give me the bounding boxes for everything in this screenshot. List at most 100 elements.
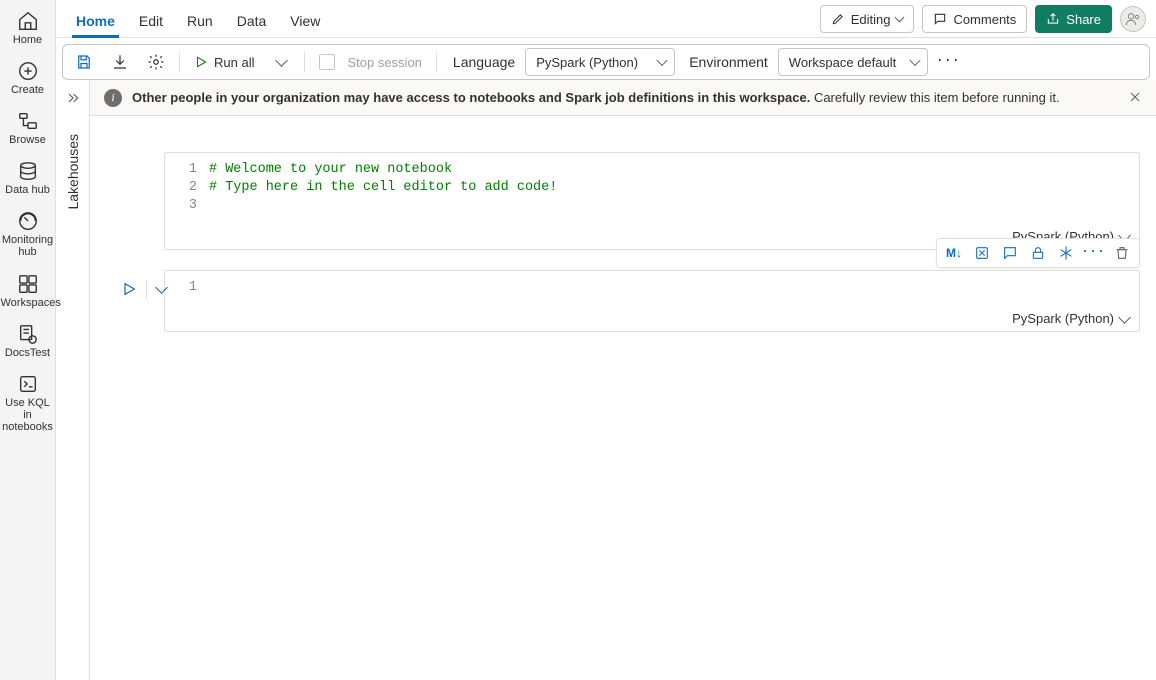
expand-sidebar-button[interactable] [61, 86, 85, 110]
run-cell-button[interactable] [116, 276, 142, 302]
tab-view[interactable]: View [290, 5, 320, 37]
banner-text: Other people in your organization may ha… [132, 90, 1060, 105]
rail-workspaces[interactable]: Workspaces [1, 267, 55, 315]
tab-run[interactable]: Run [187, 5, 213, 37]
info-banner: i Other people in your organization may … [90, 80, 1156, 116]
tab-strip: Home Edit Run Data View Editing Comments… [56, 0, 1156, 38]
line-number: 1 [165, 279, 209, 297]
comment-icon [933, 12, 947, 26]
environment-label: Environment [681, 54, 772, 70]
snowflake-icon [1058, 245, 1074, 261]
toolbar-overflow[interactable]: ··· [934, 48, 964, 76]
toggle-parameter-button[interactable] [969, 240, 995, 266]
toolbar-container: Run all Stop session Language PySpark (P… [56, 38, 1156, 80]
rail-monitoring-hub[interactable]: Monitoring hub [1, 204, 55, 264]
sidebar-vertical-label: Lakehouses [65, 134, 81, 210]
stop-session-label: Stop session [347, 55, 421, 70]
workspaces-icon [17, 273, 39, 295]
cell-language-selector[interactable]: PySpark (Python) [165, 305, 1139, 331]
database-icon [17, 160, 39, 182]
lock-cell-button[interactable] [1025, 240, 1051, 266]
notebook-scroll[interactable]: 1 # Welcome to your new notebook 2 # Typ… [90, 116, 1156, 680]
rail-docstest[interactable]: DocsTest [1, 317, 55, 365]
rail-label: Monitoring hub [1, 234, 55, 258]
info-icon: i [104, 89, 122, 107]
save-button[interactable] [69, 48, 99, 76]
ellipsis-icon: ··· [937, 59, 961, 65]
editing-mode-button[interactable]: Editing [820, 5, 915, 33]
comment-icon [1002, 245, 1018, 261]
share-label: Share [1066, 12, 1101, 27]
share-icon [1046, 12, 1060, 26]
code-text: # Type here in the cell editor to add co… [209, 179, 1139, 197]
presence-avatar[interactable] [1120, 6, 1146, 32]
convert-to-markdown-button[interactable]: M↓ [941, 240, 967, 266]
tab-home[interactable]: Home [76, 5, 115, 37]
separator [436, 52, 437, 72]
tab-data[interactable]: Data [237, 5, 267, 37]
delete-cell-button[interactable] [1109, 240, 1135, 266]
gear-icon [147, 53, 165, 71]
run-all-dropdown[interactable] [266, 48, 296, 76]
comments-label: Comments [953, 12, 1016, 27]
play-icon [121, 281, 137, 297]
banner-close-button[interactable] [1124, 86, 1146, 108]
chevron-down-icon [275, 54, 288, 67]
folder-tree-icon [17, 110, 39, 132]
app-rail: Home Create Browse Data hub Monitoring h… [0, 0, 56, 680]
rail-label: Browse [9, 134, 46, 146]
pencil-icon [831, 12, 845, 26]
settings-button[interactable] [141, 48, 171, 76]
rail-data-hub[interactable]: Data hub [1, 154, 55, 202]
banner-rest: Carefully review this item before runnin… [814, 90, 1060, 105]
stop-session-button[interactable]: Stop session [313, 48, 427, 76]
comments-button[interactable]: Comments [922, 5, 1027, 33]
rail-kql-notebooks[interactable]: Use KQL in notebooks [1, 367, 55, 439]
main-column: Home Edit Run Data View Editing Comments… [56, 0, 1156, 680]
code-line: 3 [165, 197, 1139, 215]
run-all-button[interactable]: Run all [188, 48, 260, 76]
banner-bold: Other people in your organization may ha… [132, 90, 810, 105]
line-number: 1 [165, 161, 209, 179]
ellipsis-icon: ··· [1082, 250, 1106, 256]
line-number: 3 [165, 197, 209, 215]
separator [179, 52, 180, 72]
chevron-double-right-icon [65, 90, 81, 106]
code-line: 1 # Welcome to your new notebook [165, 161, 1139, 179]
rail-label: DocsTest [5, 347, 50, 359]
code-text [209, 279, 1139, 297]
share-button[interactable]: Share [1035, 5, 1112, 33]
tab-edit[interactable]: Edit [139, 5, 163, 37]
rail-label: Create [11, 84, 44, 96]
language-label: Language [445, 54, 519, 70]
run-cell-dropdown[interactable] [151, 276, 171, 302]
rail-browse[interactable]: Browse [1, 104, 55, 152]
cell-language-label: PySpark (Python) [1012, 311, 1114, 326]
code-editor[interactable]: 1 [165, 271, 1139, 305]
cell-more-button[interactable]: ··· [1081, 240, 1107, 266]
environment-select[interactable]: Workspace default [778, 48, 928, 76]
code-cell[interactable]: 1 # Welcome to your new notebook 2 # Typ… [164, 152, 1140, 250]
save-icon [75, 53, 93, 71]
trash-icon [1114, 245, 1130, 261]
rail-label: Data hub [5, 184, 50, 196]
separator [146, 280, 147, 298]
rail-create[interactable]: Create [1, 54, 55, 102]
cell-comment-button[interactable] [997, 240, 1023, 266]
cell-toolbar: M↓ ··· [936, 238, 1140, 268]
header-actions: Editing Comments Share [820, 5, 1146, 33]
play-icon [194, 55, 208, 69]
cell-container: 1 # Welcome to your new notebook 2 # Typ… [90, 152, 1156, 250]
cell-param-icon [974, 245, 990, 261]
code-editor[interactable]: 1 # Welcome to your new notebook 2 # Typ… [165, 153, 1139, 223]
code-text [209, 197, 1139, 215]
download-button[interactable] [105, 48, 135, 76]
code-cell[interactable]: 1 PySpark (Python) [164, 270, 1140, 332]
rail-label: Use KQL in notebooks [1, 397, 55, 433]
rail-home[interactable]: Home [1, 4, 55, 52]
stop-session-checkbox [319, 54, 335, 70]
sidebar-collapsed: Lakehouses [56, 80, 90, 680]
freeze-cell-button[interactable] [1053, 240, 1079, 266]
kql-icon [17, 373, 39, 395]
language-select[interactable]: PySpark (Python) [525, 48, 675, 76]
